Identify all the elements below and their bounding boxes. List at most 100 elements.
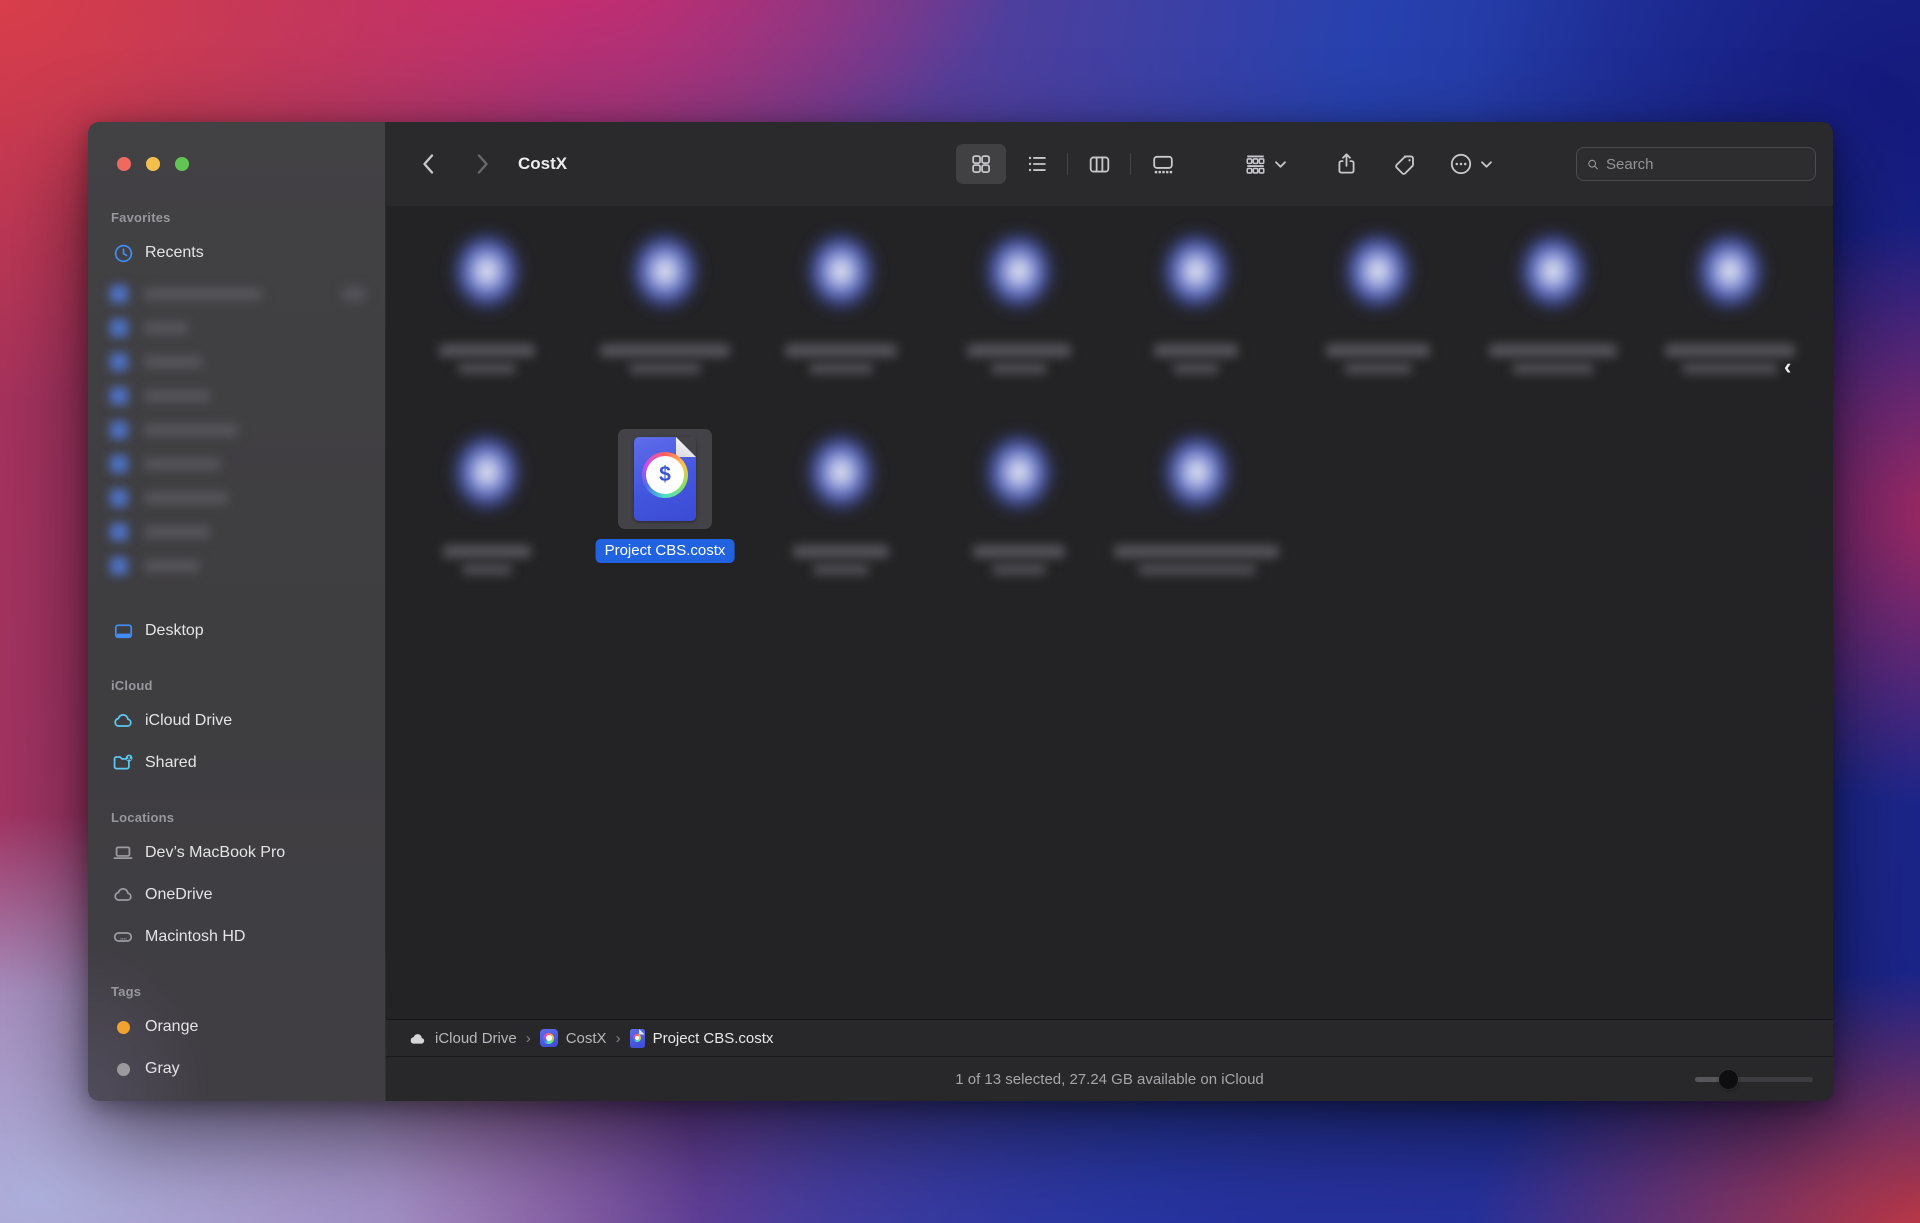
sidebar-item-label: iCloud Drive	[145, 712, 232, 730]
back-button[interactable]	[410, 144, 448, 184]
sidebar-item-onedrive[interactable]: OneDrive	[102, 881, 375, 909]
sidebar-item-label: Dev’s MacBook Pro	[145, 844, 285, 862]
blurred-icon	[110, 455, 128, 473]
blurred-sidebar-item[interactable]	[110, 282, 375, 306]
group-by-button[interactable]	[1233, 144, 1297, 184]
harddrive-icon	[110, 926, 136, 948]
icloud-drive-icon	[408, 1031, 427, 1046]
chevron-down-icon	[1274, 160, 1287, 169]
icon-size-slider[interactable]	[1695, 1077, 1813, 1082]
blurred-icon	[110, 523, 128, 541]
path-item-current[interactable]: Project CBS.costx	[653, 1030, 774, 1047]
sidebar-item-macbook-pro[interactable]: Dev’s MacBook Pro	[102, 839, 375, 867]
sidebar-item-tag-orange[interactable]: Orange	[102, 1013, 375, 1041]
blurred-icon	[110, 319, 128, 337]
favorites-header: Favorites	[111, 210, 171, 225]
blurred-file[interactable]	[954, 431, 1084, 575]
sidebar-item-shared[interactable]: Shared	[102, 749, 375, 777]
share-button[interactable]	[1324, 144, 1368, 184]
blurred-file[interactable]	[776, 431, 906, 575]
laptop-icon	[110, 842, 136, 864]
selected-file-name[interactable]: Project CBS.costx	[596, 539, 735, 563]
gallery-view-button[interactable]	[1137, 144, 1189, 184]
clock-icon	[110, 242, 136, 264]
orange-tag-icon	[110, 1016, 136, 1038]
forward-button[interactable]	[463, 144, 501, 184]
path-separator: ›	[526, 1030, 531, 1047]
sidebar-item-icloud-drive[interactable]: iCloud Drive	[102, 707, 375, 735]
tags-button[interactable]	[1383, 144, 1427, 184]
chevron-left-icon: ‹	[1784, 354, 1791, 380]
locations-header: Locations	[111, 810, 174, 825]
blurred-sidebar-item[interactable]	[110, 554, 375, 578]
blurred-file[interactable]	[1488, 230, 1618, 374]
desktop-icon	[110, 620, 136, 642]
column-view-button[interactable]	[1074, 144, 1124, 184]
blurred-file[interactable]	[776, 230, 906, 374]
blurred-file[interactable]	[1665, 230, 1795, 374]
path-item[interactable]: CostX	[566, 1030, 607, 1047]
blurred-sidebar-item[interactable]	[110, 316, 375, 340]
blurred-file[interactable]	[954, 230, 1084, 374]
blurred-sidebar-item[interactable]	[110, 452, 375, 476]
blurred-icon	[110, 353, 128, 371]
window-title: CostX	[518, 122, 567, 206]
cloud-icon	[110, 710, 136, 732]
sidebar-item-label: Orange	[145, 1018, 198, 1036]
desktop-wallpaper: Favorites Recents	[0, 0, 1920, 1223]
minimize-button[interactable]	[146, 157, 160, 171]
search-input[interactable]	[1606, 156, 1805, 173]
costx-file-icon-large: $	[634, 437, 696, 521]
sidebar-item-recents[interactable]: Recents	[102, 239, 375, 267]
blurred-icon	[110, 557, 128, 575]
sidebar-item-label: OneDrive	[145, 886, 213, 904]
finder-window: Favorites Recents	[88, 122, 1833, 1101]
sidebar-item-desktop[interactable]: Desktop	[102, 617, 375, 645]
rainbow-ring: $	[642, 452, 688, 498]
search-field[interactable]	[1576, 147, 1816, 181]
file-grid: $ Project CBS.costx ‹	[386, 206, 1833, 1019]
status-text: 1 of 13 selected, 27.24 GB available on …	[386, 1057, 1833, 1101]
blurred-icon	[110, 387, 128, 405]
blurred-sidebar-item[interactable]	[110, 520, 375, 544]
blurred-icon	[110, 421, 128, 439]
sidebar: Favorites Recents	[88, 122, 386, 1101]
sidebar-item-tag-gray[interactable]: Gray	[102, 1055, 375, 1083]
selected-file[interactable]: $	[618, 429, 712, 529]
blurred-sidebar-item[interactable]	[110, 350, 375, 374]
blurred-file[interactable]	[422, 431, 552, 575]
sidebar-item-label: Shared	[145, 754, 197, 772]
gray-tag-icon	[110, 1058, 136, 1080]
icon-view-button[interactable]	[956, 144, 1006, 184]
toolbar-separator	[1130, 153, 1131, 175]
blurred-file[interactable]	[1313, 230, 1443, 374]
close-button[interactable]	[117, 157, 131, 171]
blurred-file[interactable]	[422, 230, 552, 374]
slider-knob[interactable]	[1719, 1070, 1738, 1089]
blurred-file[interactable]	[600, 230, 730, 374]
main-area: CostX	[386, 122, 1833, 1101]
zoom-button[interactable]	[175, 157, 189, 171]
blurred-sidebar-item[interactable]	[110, 384, 375, 408]
sidebar-item-macintosh-hd[interactable]: Macintosh HD	[102, 923, 375, 951]
toolbar-separator	[1067, 153, 1068, 175]
tags-header: Tags	[111, 984, 141, 999]
dollar-glyph: $	[646, 456, 684, 494]
status-bar: 1 of 13 selected, 27.24 GB available on …	[386, 1056, 1833, 1101]
path-separator: ›	[616, 1030, 621, 1047]
blurred-icon	[110, 285, 128, 303]
cloud-icon	[110, 884, 136, 906]
sidebar-item-label: Recents	[145, 244, 204, 262]
blurred-sidebar-item[interactable]	[110, 486, 375, 510]
blurred-file[interactable]	[1131, 230, 1261, 374]
blurred-badge	[341, 286, 367, 302]
more-options-button[interactable]	[1440, 144, 1502, 184]
search-icon	[1587, 156, 1599, 173]
blurred-sidebar-item[interactable]	[110, 418, 375, 442]
blurred-file[interactable]	[1114, 431, 1279, 575]
path-item[interactable]: iCloud Drive	[435, 1030, 517, 1047]
costx-folder-icon	[540, 1029, 558, 1047]
shared-folder-icon	[110, 752, 136, 774]
list-view-button[interactable]	[1014, 144, 1060, 184]
sidebar-item-label: Macintosh HD	[145, 928, 245, 946]
